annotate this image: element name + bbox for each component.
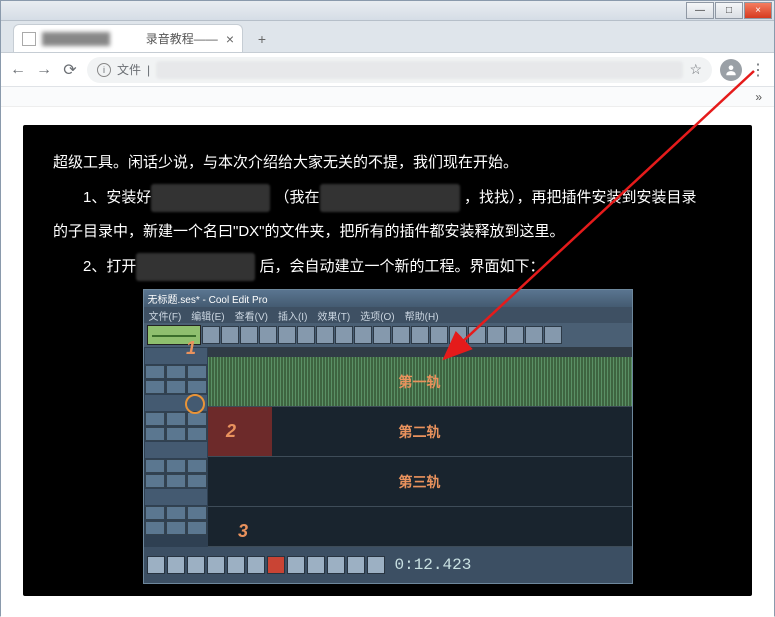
track-3: 第三轨 [208, 457, 632, 507]
browser-tab-strip: ████████ 录音教程—— × + [1, 21, 774, 53]
page-content: 超级工具。闲话少说，与本次介绍给大家无关的不提，我们现在开始。 1、安装好███… [1, 107, 774, 617]
toolbar-button [487, 326, 505, 344]
app-toolbar [144, 323, 632, 347]
track-2: 第二轨 [208, 407, 632, 457]
toolbar-button [544, 326, 562, 344]
window-minimize-button[interactable]: — [686, 2, 714, 19]
toolbar-button [525, 326, 543, 344]
waveform [208, 407, 272, 456]
toolbar-button [430, 326, 448, 344]
toolbar-button [373, 326, 391, 344]
menu-effects: 效果(T) [317, 308, 350, 323]
track-control [145, 489, 207, 505]
track-label: 第三轨 [399, 472, 441, 492]
annotation-circle [185, 394, 205, 414]
app-title-bar: 无标题.ses* - Cool Edit Pro [144, 290, 632, 307]
toolbar-button [449, 326, 467, 344]
tab-title-blurred: ████████ [42, 32, 142, 46]
toolbar-button [354, 326, 372, 344]
record-button [267, 556, 285, 574]
bookmark-star-icon[interactable]: ☆ [689, 61, 702, 78]
annotation-1: 1 [186, 338, 196, 359]
annotation-3: 3 [238, 521, 248, 542]
tab-close-button[interactable]: × [226, 31, 234, 47]
article-paragraph: 1、安装好████████ （我在██████████ ，找找），再把插件安装到… [53, 184, 722, 213]
reload-button[interactable]: ⟳ [61, 60, 79, 80]
toolbar-button [240, 326, 258, 344]
toolbar-button [221, 326, 239, 344]
url-prefix: 文件 [117, 61, 141, 78]
forward-button[interactable]: → [35, 61, 53, 79]
url-separator: | [147, 63, 150, 77]
bookmarks-bar: » [1, 87, 774, 107]
window-close-button[interactable]: × [744, 2, 772, 19]
track-control [145, 442, 207, 458]
menu-options: 选项(O) [360, 308, 394, 323]
back-button[interactable]: ← [9, 61, 27, 79]
address-bar[interactable]: i 文件 | ☆ [87, 57, 712, 83]
zoom-button [367, 556, 385, 574]
toolbar-button [506, 326, 524, 344]
zoom-button [347, 556, 365, 574]
toolbar-button [335, 326, 353, 344]
transport-button [227, 556, 245, 574]
toolbar-button [316, 326, 334, 344]
tracks-area: 第一轨 第二轨 第三轨 [208, 347, 632, 547]
article-paragraph: 超级工具。闲话少说，与本次介绍给大家无关的不提，我们现在开始。 [53, 149, 722, 178]
toolbar-button [259, 326, 277, 344]
browser-menu-button[interactable]: ⋮ [750, 60, 766, 80]
bookmarks-overflow-button[interactable]: » [755, 90, 762, 104]
toolbar-button [202, 326, 220, 344]
profile-avatar[interactable] [720, 59, 742, 81]
embedded-screenshot: 无标题.ses* - Cool Edit Pro 文件(F) 编辑(E) 查看(… [143, 289, 633, 584]
track-control [145, 348, 207, 364]
transport-button [147, 556, 165, 574]
transport-bar: 0:12.423 [144, 547, 632, 583]
track-controls-panel [144, 347, 208, 547]
menu-insert: 插入(I) [278, 308, 307, 323]
menu-help: 帮助(H) [405, 308, 439, 323]
time-ruler [208, 347, 632, 357]
person-icon [724, 63, 738, 77]
zoom-button [307, 556, 325, 574]
toolbar-button [278, 326, 296, 344]
menu-file: 文件(F) [149, 308, 182, 323]
transport-button [167, 556, 185, 574]
toolbar-button [297, 326, 315, 344]
tab-title-suffix: 录音教程—— [146, 30, 218, 47]
article-paragraph: 2、打开████████ 后，会自动建立一个新的工程。界面如下： [53, 253, 722, 282]
article-body: 超级工具。闲话少说，与本次介绍给大家无关的不提，我们现在开始。 1、安装好███… [23, 125, 752, 596]
transport-button [247, 556, 265, 574]
timecode-display: 0:12.423 [395, 556, 472, 574]
menu-view: 查看(V) [235, 308, 268, 323]
window-title-bar: — □ × [1, 1, 774, 21]
toolbar-button [411, 326, 429, 344]
url-blurred [156, 61, 683, 79]
toolbar-button [392, 326, 410, 344]
track-1: 第一轨 [208, 357, 632, 407]
app-menu-bar: 文件(F) 编辑(E) 查看(V) 插入(I) 效果(T) 选项(O) 帮助(H… [144, 307, 632, 323]
annotation-2: 2 [226, 421, 236, 442]
zoom-button [287, 556, 305, 574]
toolbar-button [468, 326, 486, 344]
transport-button [187, 556, 205, 574]
site-info-icon[interactable]: i [97, 63, 111, 77]
track-empty [208, 507, 632, 547]
transport-button [207, 556, 225, 574]
menu-edit: 编辑(E) [191, 308, 224, 323]
article-paragraph: 的子目录中，新建一个名曰"DX"的文件夹，把所有的插件都安装释放到这里。 [53, 218, 722, 247]
browser-tab[interactable]: ████████ 录音教程—— × [13, 24, 243, 52]
track-label: 第一轨 [399, 372, 441, 392]
address-bar-row: ← → ⟳ i 文件 | ☆ ⋮ [1, 53, 774, 87]
track-label: 第二轨 [399, 422, 441, 442]
new-tab-button[interactable]: + [249, 26, 275, 52]
zoom-button [327, 556, 345, 574]
favicon-icon [22, 32, 36, 46]
window-maximize-button[interactable]: □ [715, 2, 743, 19]
